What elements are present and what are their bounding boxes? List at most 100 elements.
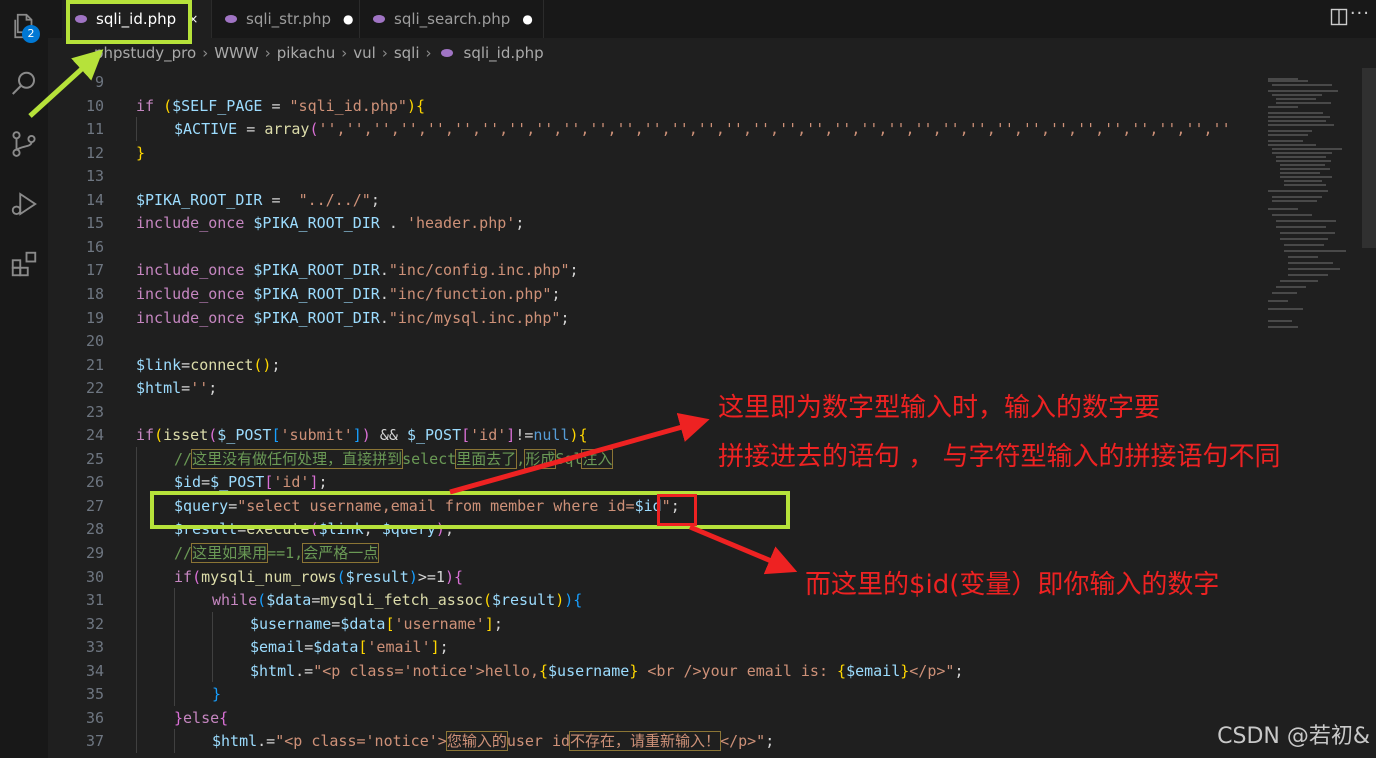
minimap-line — [1280, 238, 1328, 240]
minimap-line — [1284, 180, 1322, 182]
code-text: $PIKA_ROOT_DIR = "../../"; — [136, 190, 380, 209]
code-line[interactable]: 9 — [48, 70, 1258, 94]
code-line[interactable]: 37 $html.="<p class='notice'>您输入的user id不… — [48, 729, 1258, 753]
minimap[interactable] — [1258, 68, 1376, 758]
breadcrumb-item[interactable]: vul — [353, 44, 376, 62]
line-number: 16 — [85, 237, 104, 256]
indent-guide — [136, 705, 137, 730]
more-actions-icon[interactable]: ··· — [1350, 3, 1370, 24]
code-line[interactable]: 20 — [48, 329, 1258, 353]
indent-guide — [136, 682, 137, 706]
scrollbar-thumb[interactable] — [1362, 68, 1376, 248]
code-line[interactable]: 18 include_once $PIKA_ROOT_DIR."inc/funct… — [48, 282, 1258, 306]
line-number: 18 — [85, 284, 104, 303]
line-number: 36 — [85, 708, 104, 727]
code-text: include_once $PIKA_ROOT_DIR."inc/config.… — [136, 261, 579, 280]
code-text: //这里如果用==1,会严格一点 — [174, 543, 380, 563]
indent-guide — [174, 658, 175, 683]
explorer-badge: 2 — [22, 25, 40, 43]
code-line[interactable]: 17 include_once $PIKA_ROOT_DIR."inc/confi… — [48, 258, 1258, 282]
minimap-line — [1272, 200, 1317, 202]
code-line[interactable]: 21 $link=connect(); — [48, 353, 1258, 377]
breadcrumb-item[interactable]: phpstudy_pro — [94, 44, 196, 62]
code-text: //这里没有做任何处理，直接拼到select里面去了,形成Sql注入 — [174, 448, 614, 469]
code-line[interactable]: 14 $PIKA_ROOT_DIR = "../../"; — [48, 188, 1258, 212]
code-line[interactable]: 13 — [48, 164, 1258, 188]
code-line[interactable]: 19 include_once $PIKA_ROOT_DIR."inc/mysql… — [48, 306, 1258, 330]
minimap-line — [1268, 308, 1303, 310]
code-line[interactable]: 32 $username=$data['username']; — [48, 612, 1258, 636]
line-number: 29 — [85, 544, 104, 562]
line-number: 19 — [85, 308, 104, 327]
line-number: 37 — [85, 732, 104, 751]
code-text: $email=$data['email']; — [250, 638, 449, 657]
breadcrumb-item[interactable]: pikachu — [277, 44, 336, 62]
php-file-icon — [225, 15, 237, 23]
indent-guide — [174, 682, 175, 706]
tab-sqli-str[interactable]: sqli_str.php ● — [212, 0, 360, 38]
code-line[interactable]: 36}else{ — [48, 706, 1258, 730]
split-editor-icon[interactable] — [1330, 8, 1348, 26]
indent-guide — [136, 729, 137, 753]
line-number: 34 — [85, 661, 104, 680]
line-number: 22 — [85, 379, 104, 398]
line-number: 28 — [85, 520, 104, 539]
run-debug-icon[interactable] — [6, 186, 42, 222]
php-file-icon — [440, 49, 453, 57]
breadcrumb-item[interactable]: WWW — [214, 44, 259, 62]
minimap-line — [1284, 250, 1346, 252]
minimap-line — [1284, 244, 1324, 246]
minimap-line — [1268, 326, 1298, 328]
line-number: 13 — [85, 167, 104, 186]
minimap-line — [1280, 164, 1325, 166]
line-number: 26 — [85, 473, 104, 492]
code-line[interactable]: 35} — [48, 682, 1258, 706]
line-number: 20 — [85, 332, 104, 351]
code-line[interactable]: 12} — [48, 141, 1258, 165]
code-line[interactable]: 34 $html.="<p class='notice'>hello,{$user… — [48, 659, 1258, 683]
minimap-line — [1268, 300, 1288, 302]
indent-guide — [212, 658, 213, 683]
indent-guide — [136, 117, 137, 141]
line-number: 9 — [94, 73, 104, 91]
minimap-line — [1272, 292, 1297, 294]
minimap-line — [1272, 148, 1342, 150]
indent-guide — [212, 635, 213, 659]
search-icon[interactable] — [6, 66, 42, 102]
breadcrumb-item[interactable]: sqli_id.php — [464, 44, 544, 62]
source-control-icon[interactable] — [6, 126, 42, 162]
code-line[interactable]: 16 — [48, 235, 1258, 259]
tab-sqli-search[interactable]: sqli_search.php ● — [360, 0, 544, 38]
minimap-line — [1276, 226, 1326, 228]
code-text: if ($SELF_PAGE = "sqli_id.php"){ — [136, 96, 425, 115]
indent-guide — [136, 658, 137, 683]
minimap-line — [1268, 320, 1292, 322]
line-number: 27 — [85, 496, 104, 515]
code-line[interactable]: 11 $ACTIVE = array('','','','','','','','… — [48, 117, 1258, 141]
minimap-line — [1276, 156, 1326, 158]
line-number: 12 — [85, 143, 104, 162]
indent-guide — [136, 564, 137, 589]
line-number: 31 — [85, 591, 104, 610]
code-line[interactable]: 10 if ($SELF_PAGE = "sqli_id.php"){ — [48, 94, 1258, 118]
code-line[interactable]: 33 $email=$data['email']; — [48, 635, 1258, 659]
minimap-line — [1268, 120, 1326, 122]
code-text: } — [136, 143, 146, 162]
activity-bar: 2 — [0, 0, 48, 758]
annotation-note-2: 而这里的$id(变量）即你输入的数字 — [805, 570, 1220, 600]
line-number: 25 — [85, 449, 104, 468]
code-text: include_once $PIKA_ROOT_DIR . 'header.ph… — [136, 214, 525, 233]
minimap-line — [1272, 94, 1322, 96]
code-line[interactable]: 15 include_once $PIKA_ROOT_DIR . 'header.… — [48, 211, 1258, 235]
minimap-line — [1268, 124, 1334, 126]
unsaved-dot-icon[interactable]: ● — [522, 12, 532, 26]
line-number: 15 — [85, 214, 104, 233]
minimap-line — [1280, 176, 1332, 178]
code-text: $link=connect(); — [136, 355, 281, 374]
extensions-icon[interactable] — [6, 246, 42, 282]
minimap-line — [1276, 102, 1331, 104]
breadcrumb-item[interactable]: sqli — [394, 44, 420, 62]
code-line[interactable]: 29 //这里如果用==1,会严格一点 — [48, 541, 1258, 565]
unsaved-dot-icon[interactable]: ● — [343, 12, 353, 26]
minimap-line — [1288, 274, 1328, 276]
